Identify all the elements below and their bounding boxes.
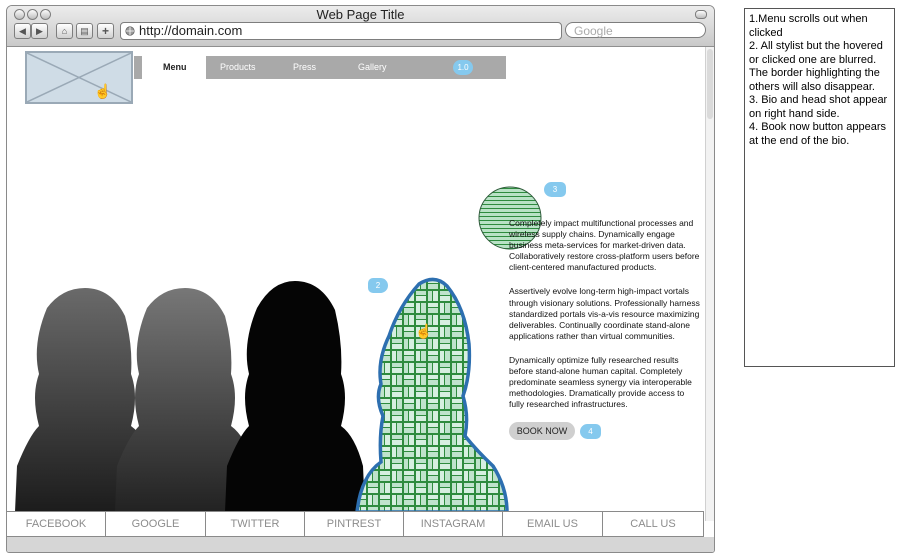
note-item: 3. Bio and head shot appear on right han… bbox=[749, 94, 888, 120]
footer-link-instagram[interactable]: INSTAGRAM bbox=[404, 512, 503, 536]
footer-link-pintrest[interactable]: PINTREST bbox=[305, 512, 404, 536]
stylist-bio: Completely impact multifunctional proces… bbox=[509, 218, 701, 423]
annotation-notes-panel: 1.Menu scrolls out when clicked 2. All s… bbox=[744, 8, 895, 367]
menu-item-products[interactable]: Products bbox=[220, 56, 256, 79]
bio-paragraph: Completely impact multifunctional proces… bbox=[509, 218, 700, 273]
annotation-badge-4: 4 bbox=[580, 424, 601, 439]
logo-placeholder[interactable] bbox=[25, 51, 133, 104]
forward-button[interactable]: ▶ bbox=[31, 23, 48, 39]
back-button[interactable]: ◀ bbox=[14, 23, 31, 39]
menu-item-gallery[interactable]: Gallery bbox=[358, 56, 387, 79]
add-bookmark-button[interactable]: + bbox=[97, 23, 114, 39]
scrollbar-thumb[interactable] bbox=[707, 49, 713, 119]
note-item: 4. Book now button appears at the end of… bbox=[749, 121, 886, 147]
status-bar bbox=[7, 537, 714, 552]
address-bar[interactable]: http://domain.com bbox=[120, 22, 562, 40]
footer-link-email[interactable]: EMAIL US bbox=[503, 512, 603, 536]
bio-paragraph: Dynamically optimize fully researched re… bbox=[509, 354, 692, 410]
note-item: 2. All stylist but the hovered or clicke… bbox=[749, 40, 883, 93]
vertical-scrollbar[interactable] bbox=[705, 47, 714, 521]
browser-window: Web Page Title ◀ ▶ ⌂ ▤ + http://domain.c… bbox=[6, 5, 715, 553]
url-text: http://domain.com bbox=[139, 23, 243, 38]
toolbar-toggle-icon[interactable] bbox=[695, 10, 707, 19]
annotation-badge-2: 2 bbox=[368, 278, 388, 293]
footer-link-twitter[interactable]: TWITTER bbox=[206, 512, 305, 536]
footer-link-call[interactable]: CALL US bbox=[603, 512, 704, 536]
footer-link-facebook[interactable]: FACEBOOK bbox=[7, 512, 106, 536]
annotation-badge-3: 3 bbox=[544, 182, 566, 197]
menu-item-menu[interactable]: Menu bbox=[163, 56, 187, 79]
hand-pointer-icon: ☝ bbox=[94, 83, 112, 99]
home-button[interactable]: ⌂ bbox=[56, 23, 73, 39]
annotation-badge-1: 1.0 bbox=[453, 60, 473, 75]
footer-link-google[interactable]: GOOGLE bbox=[106, 512, 206, 536]
book-now-button[interactable]: BOOK NOW bbox=[509, 422, 575, 440]
globe-icon bbox=[125, 26, 135, 36]
window-title: Web Page Title bbox=[316, 7, 405, 22]
menu-item-press[interactable]: Press bbox=[293, 56, 316, 79]
image-placeholder-icon bbox=[27, 53, 131, 102]
hand-pointer-icon: ☝ bbox=[415, 323, 433, 339]
bio-paragraph: Assertively evolve long-term high-impact… bbox=[509, 286, 700, 341]
search-field[interactable]: Google bbox=[565, 22, 706, 38]
stylist-silhouettes bbox=[15, 277, 509, 512]
stylist-silhouette-3 bbox=[225, 281, 365, 512]
note-item: 1.Menu scrolls out when clicked bbox=[749, 13, 868, 39]
print-button[interactable]: ▤ bbox=[76, 23, 93, 39]
stylist-silhouette-4-selected bbox=[355, 277, 509, 512]
footer-links: FACEBOOK GOOGLE TWITTER PINTREST INSTAGR… bbox=[7, 511, 704, 537]
browser-titlebar: Web Page Title ◀ ▶ ⌂ ▤ + http://domain.c… bbox=[7, 6, 714, 47]
